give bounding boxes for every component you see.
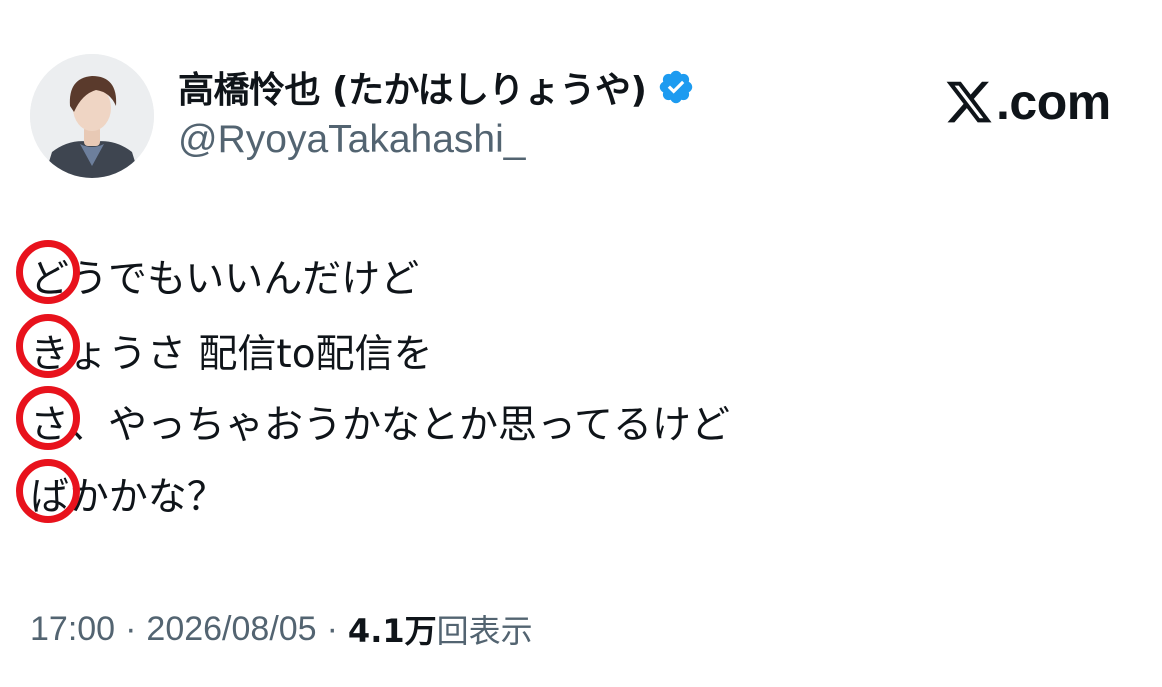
brand-watermark: .com [944, 72, 1111, 132]
red-circle-annotation [16, 459, 80, 523]
view-count[interactable]: 4.1万 [348, 606, 437, 652]
verified-badge-icon [659, 70, 692, 104]
tweet-text-line: きょうさ 配信to配信を [30, 332, 433, 377]
red-circle-annotation [16, 386, 80, 450]
tweet-text-line: どうでもいいんだけど [30, 257, 420, 302]
brand-domain: .com [996, 74, 1111, 130]
red-circle-annotation [16, 240, 80, 304]
tweet-time[interactable]: 17:00 [30, 610, 115, 649]
tweet-date[interactable]: 2026/08/05 [146, 610, 316, 649]
display-name-row[interactable]: 高橋怜也 (たかはしりょうや) [178, 62, 695, 112]
display-name[interactable]: 高橋怜也 (たかはしりょうや) [178, 61, 647, 113]
user-handle[interactable]: @RyoyaTakahashi_ [178, 118, 525, 162]
red-circle-annotation [16, 314, 80, 378]
tweet-meta: 17:00 · 2026/08/05 · 4.1万 回表示 [30, 604, 533, 654]
tweet-text-line: さ、やっちゃおうかなとか思ってるけど [30, 403, 731, 448]
separator-dot: · [125, 609, 137, 648]
avatar[interactable] [30, 54, 154, 178]
view-count-label: 回表示 [436, 612, 533, 650]
x-logo-icon [946, 81, 992, 123]
separator-dot: · [326, 609, 338, 648]
